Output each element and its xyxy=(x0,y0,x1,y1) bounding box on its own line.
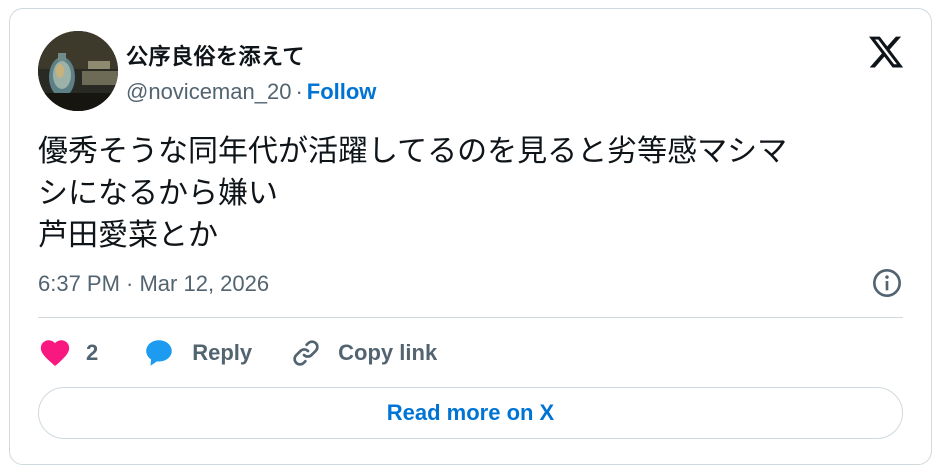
heart-icon xyxy=(40,340,70,367)
handle-separator: · xyxy=(295,79,303,104)
copy-link-button[interactable]: Copy link xyxy=(290,337,437,369)
read-more-button[interactable]: Read more on X xyxy=(38,387,903,439)
x-logo-icon[interactable] xyxy=(867,33,905,71)
tweet-embed-card: 公序良俗を添えて @noviceman_20 · Follow 優秀そうな同年代が活… xyxy=(9,8,932,465)
reply-bubble-icon xyxy=(146,340,172,366)
author-handle[interactable]: @noviceman_20 xyxy=(126,79,291,104)
reply-button[interactable]: Reply xyxy=(142,336,252,370)
follow-link[interactable]: Follow xyxy=(307,79,377,104)
author-handle-row: @noviceman_20 · Follow xyxy=(126,79,376,105)
link-icon xyxy=(293,340,319,366)
tweet-timestamp[interactable]: 6:37 PM · Mar 12, 2026 xyxy=(38,271,269,297)
action-bar: 2 Reply Copy link xyxy=(38,335,437,371)
like-button[interactable]: 2 xyxy=(38,336,98,370)
copy-link-label: Copy link xyxy=(338,340,438,365)
tweet-text: 優秀そうな同年代が活躍してるのを見ると劣等感マシマ シになるから嫌い 芦田愛菜と… xyxy=(38,135,788,252)
divider xyxy=(38,317,903,318)
author-display-name[interactable]: 公序良俗を添えて xyxy=(126,39,305,71)
avatar[interactable] xyxy=(38,31,118,111)
info-icon[interactable] xyxy=(871,267,903,299)
avatar-image xyxy=(38,31,118,111)
like-count: 2 xyxy=(86,340,99,365)
reply-label: Reply xyxy=(192,340,253,365)
